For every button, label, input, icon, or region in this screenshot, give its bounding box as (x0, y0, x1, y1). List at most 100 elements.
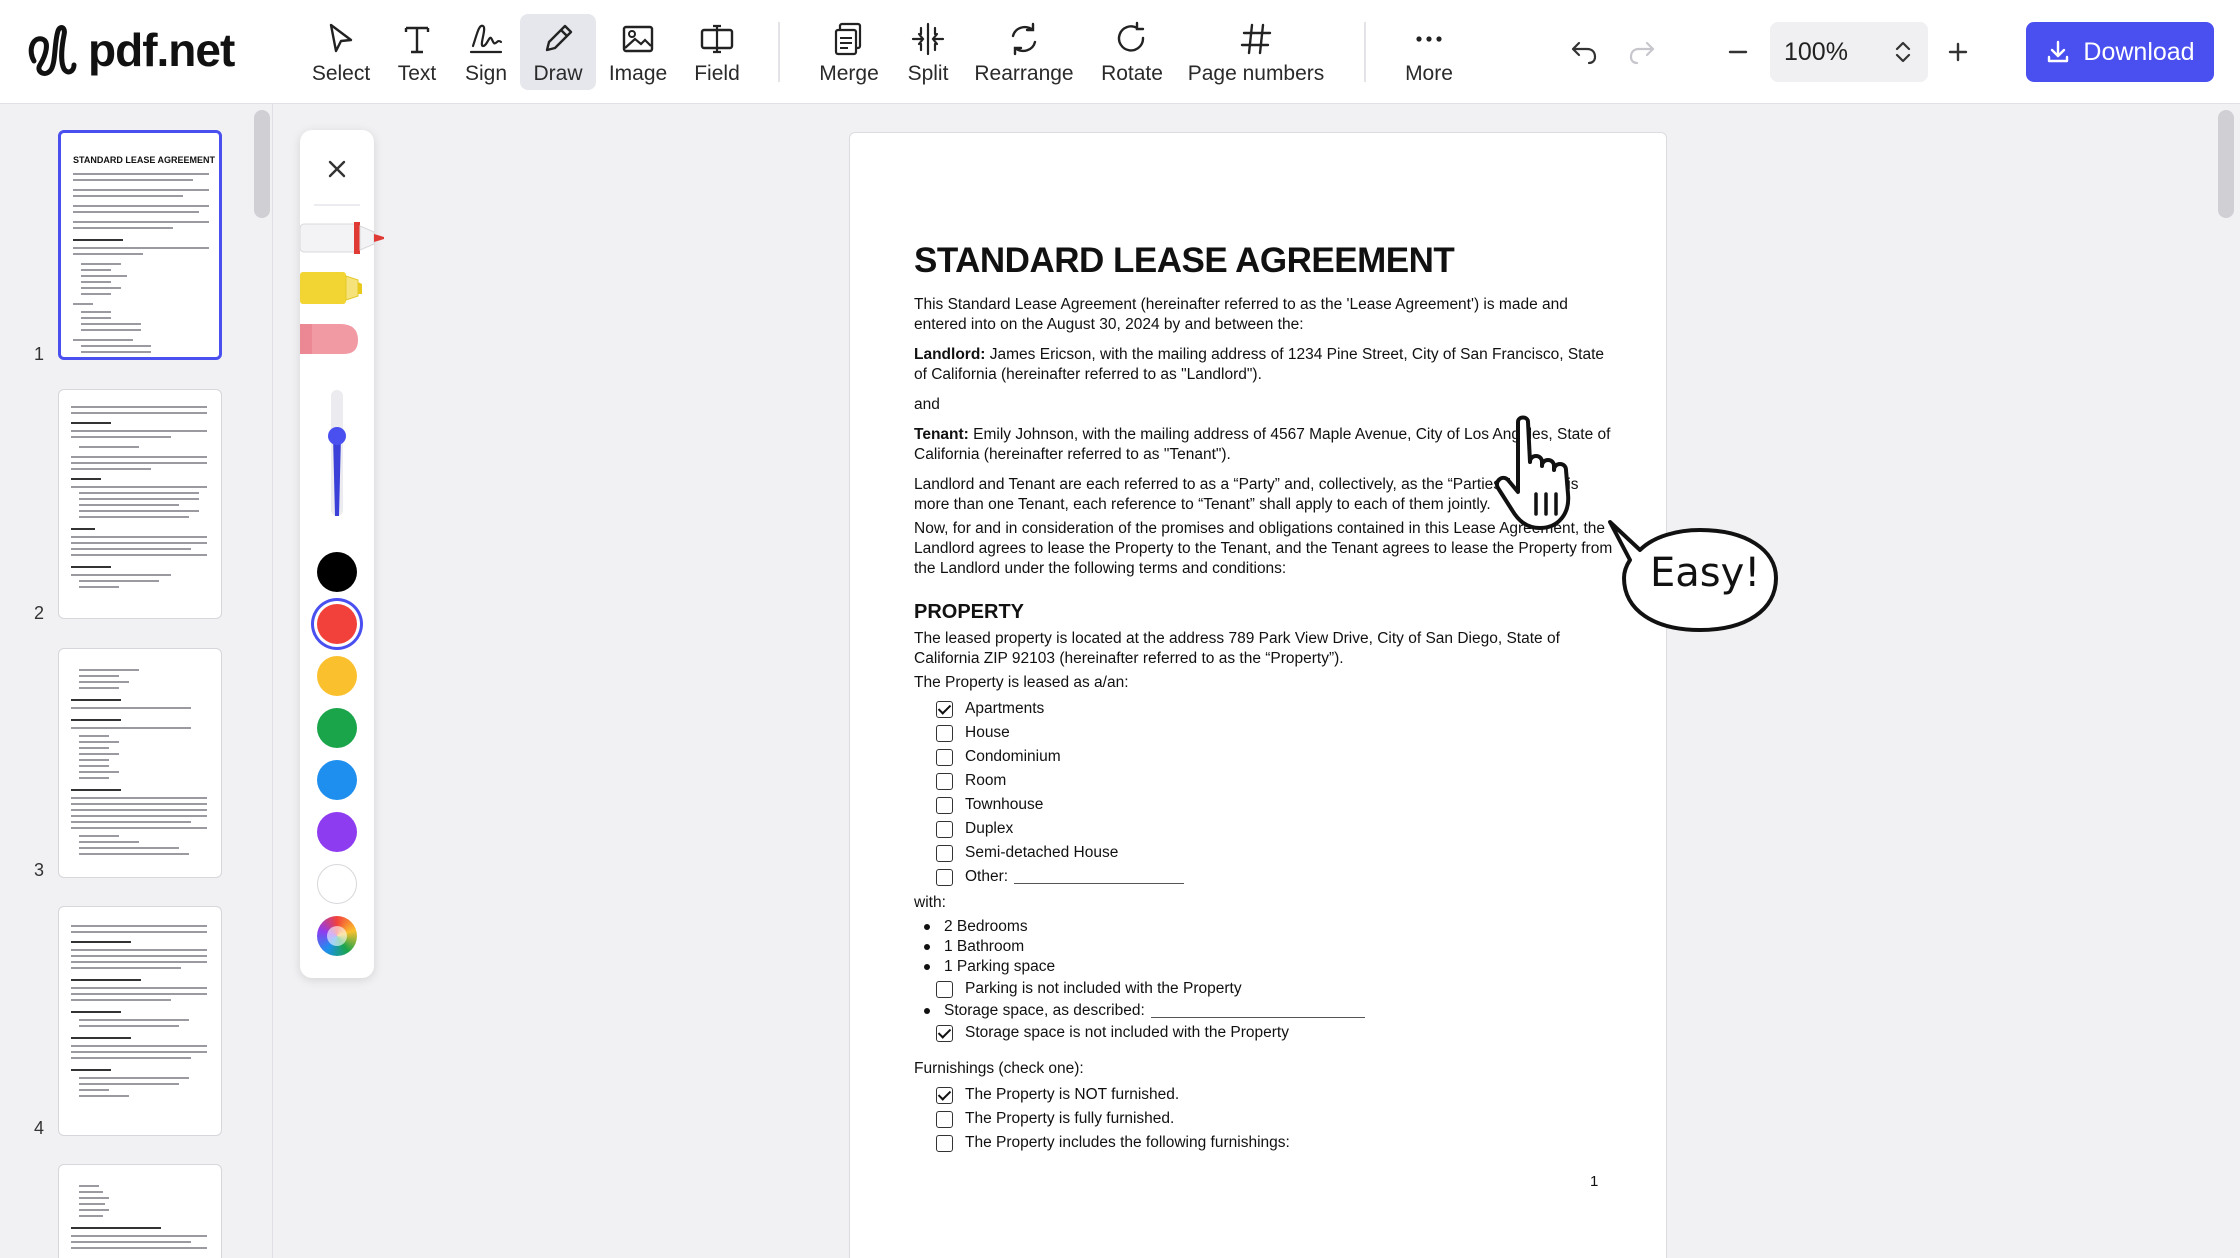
checkbox-row[interactable]: The Property is NOT furnished. (936, 1083, 1614, 1107)
chevron-updown-icon (1895, 41, 1911, 63)
color-swatch-yellow[interactable] (317, 656, 357, 696)
list-item: 1 Bathroom (924, 937, 1614, 957)
checkbox-row[interactable]: Semi-detached House (936, 841, 1614, 865)
checkbox[interactable] (936, 700, 953, 718)
rearrange-tool-button[interactable]: Rearrange (972, 14, 1076, 90)
color-swatch-purple[interactable] (317, 812, 357, 852)
checkbox-row[interactable]: Apartments (936, 697, 1614, 721)
checkbox-row[interactable]: Parking is not included with the Propert… (936, 977, 1614, 1001)
checkbox[interactable] (936, 868, 953, 886)
thumbnail-page-2[interactable] (58, 389, 222, 619)
highlighter-icon[interactable] (300, 266, 410, 310)
color-swatch-white[interactable] (317, 864, 357, 904)
color-swatch-green[interactable] (317, 708, 357, 748)
thumbnail-number: 1 (34, 344, 45, 364)
undo-icon (1571, 41, 1597, 65)
color-picker-icon[interactable] (317, 916, 357, 956)
landlord-text: James Ericson, with the mailing address … (914, 346, 1605, 383)
zoom-in-button[interactable] (1938, 32, 1978, 72)
checkbox[interactable] (936, 820, 953, 838)
more-button[interactable]: More (1398, 14, 1460, 90)
checkbox-row[interactable]: Duplex (936, 817, 1614, 841)
property-address: The leased property is located at the ad… (914, 630, 1560, 667)
eraser-icon[interactable] (300, 316, 410, 360)
checkbox-row[interactable]: Room (936, 769, 1614, 793)
checkbox-label: Room (965, 772, 1007, 789)
thumbnail-page-1[interactable]: STANDARD LEASE AGREEMENT (58, 130, 222, 360)
toolbar-divider (778, 22, 780, 82)
undo-button[interactable] (1562, 30, 1606, 74)
logo[interactable]: pdf.net (24, 18, 235, 82)
zoom-out-button[interactable] (1718, 32, 1758, 72)
property-heading: PROPERTY (914, 601, 1025, 623)
draw-label: Draw (533, 62, 583, 85)
thumbnail-number: 2 (34, 603, 45, 623)
field-tool-button[interactable]: Field (686, 14, 748, 90)
checkbox-row[interactable]: The Property includes the following furn… (936, 1131, 1614, 1155)
page-numbers-tool-button[interactable]: Page numbers (1184, 14, 1328, 90)
sidebar-divider (272, 104, 273, 1258)
checkbox[interactable] (936, 1024, 953, 1042)
split-label: Split (907, 62, 949, 85)
storage-blank-field[interactable] (1150, 1004, 1365, 1018)
select-label: Select (311, 62, 371, 85)
zoom-select[interactable]: 100% (1770, 22, 1928, 82)
text-tool-button[interactable]: Text (388, 14, 446, 90)
pdf-page[interactable]: STANDARD LEASE AGREEMENT This Standard L… (849, 132, 1667, 1258)
more-label: More (1405, 62, 1453, 85)
select-tool-button[interactable]: Select (310, 14, 372, 90)
checkbox[interactable] (936, 724, 953, 742)
checkbox-label: Other: (965, 868, 1009, 885)
checkbox[interactable] (936, 748, 953, 766)
color-swatch-red[interactable] (317, 604, 357, 644)
thumbnail-scrollbar[interactable] (254, 110, 270, 218)
checkbox[interactable] (936, 772, 953, 790)
checkbox-row[interactable]: The Property is fully furnished. (936, 1107, 1614, 1131)
minus-icon (1728, 50, 1748, 54)
checkbox-label: Townhouse (965, 796, 1044, 813)
draw-tool-button[interactable]: Draw (520, 14, 596, 90)
thumbnail-page-4[interactable] (58, 906, 222, 1136)
checkbox[interactable] (936, 980, 953, 998)
sign-tool-button[interactable]: Sign (456, 14, 516, 90)
marker-icon[interactable] (300, 216, 410, 260)
field-icon (700, 24, 734, 54)
page-numbers-label: Page numbers (1187, 62, 1325, 85)
checkbox-row[interactable]: Condominium (936, 745, 1614, 769)
thumbnail-page-3[interactable] (58, 648, 222, 878)
checkbox[interactable] (936, 1086, 953, 1104)
other-blank-field[interactable] (1014, 870, 1185, 884)
top-toolbar: pdf.net Select Text Sign Draw Image Fiel… (0, 0, 2240, 104)
rotate-icon (1117, 21, 1145, 52)
checkbox-row[interactable]: House (936, 721, 1614, 745)
landlord-paragraph: Landlord: James Ericson, with the mailin… (914, 345, 1614, 385)
download-button[interactable]: Download (2026, 22, 2214, 82)
list-item: 1 Parking space (924, 957, 1614, 977)
close-palette-button[interactable] (318, 150, 356, 188)
checkbox-label: The Property is fully furnished. (965, 1110, 1175, 1127)
color-swatch-black[interactable] (317, 552, 357, 592)
stroke-width-slider[interactable] (328, 390, 346, 520)
color-swatch-blue[interactable] (317, 760, 357, 800)
checkbox-row[interactable]: Townhouse (936, 793, 1614, 817)
split-tool-button[interactable]: Split (900, 14, 956, 90)
rotate-label: Rotate (1101, 62, 1163, 85)
rotate-tool-button[interactable]: Rotate (1094, 14, 1170, 90)
checkbox-row[interactable]: Storage space is not included with the P… (936, 1021, 1614, 1045)
merge-tool-button[interactable]: Merge (814, 14, 884, 90)
redo-button[interactable] (1620, 30, 1664, 74)
checkbox[interactable] (936, 1110, 953, 1128)
checkbox[interactable] (936, 796, 953, 814)
image-tool-button[interactable]: Image (604, 14, 672, 90)
bullet-text: Storage space, as described: (944, 1002, 1145, 1019)
checkbox-row[interactable]: Other: (936, 865, 1614, 889)
checkbox[interactable] (936, 844, 953, 862)
hash-icon (1240, 23, 1272, 55)
document-content: STANDARD LEASE AGREEMENT This Standard L… (914, 241, 1614, 1155)
thumbnail-page-5[interactable] (58, 1164, 222, 1258)
draw-palette (300, 130, 384, 978)
tenant-label: Tenant: (914, 426, 969, 443)
canvas-scrollbar[interactable] (2218, 110, 2234, 218)
checkbox[interactable] (936, 1134, 953, 1152)
text-label: Text (397, 62, 437, 85)
